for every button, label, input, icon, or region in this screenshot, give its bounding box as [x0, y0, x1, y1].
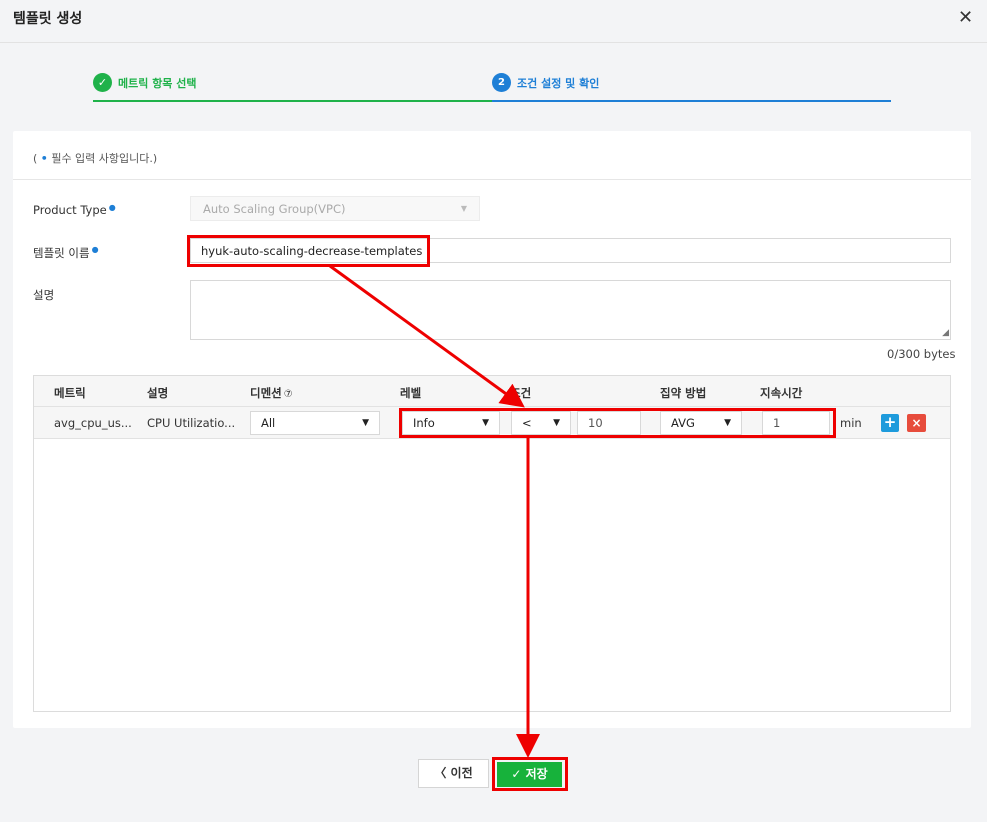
cell-metric: avg_cpu_us... — [54, 416, 132, 430]
caret-down-icon: ▼ — [553, 418, 560, 428]
aggregation-value: AVG — [671, 416, 695, 430]
table-row: avg_cpu_us... CPU Utilizatio... All ▼ Inf… — [34, 407, 950, 439]
header-aggregation: 집약 방법 — [660, 386, 707, 400]
duration-input[interactable]: 1 — [762, 411, 830, 435]
header-dimension-text: 디멘션 — [250, 386, 282, 400]
byte-counter: 0/300 bytes — [887, 347, 956, 361]
level-select[interactable]: Info ▼ — [402, 411, 500, 435]
product-type-label: Product Type ● — [33, 203, 116, 217]
duration-unit: min — [840, 416, 862, 430]
caret-down-icon: ▼ — [362, 418, 369, 428]
help-icon[interactable]: ⑦ — [284, 389, 293, 400]
check-icon: ✓ — [511, 767, 526, 781]
dimension-select[interactable]: All ▼ — [250, 411, 380, 435]
description-textarea[interactable]: ◢ — [190, 280, 951, 340]
product-type-select: Auto Scaling Group(VPC) ▼ — [190, 196, 480, 221]
prev-button[interactable]: 〈 이전 — [418, 759, 489, 788]
form-panel: ( • 필수 입력 사항입니다.) Product Type ● Auto Sca… — [13, 131, 971, 728]
metric-condition-table: 메트릭 설명 디멘션 ⑦ 레벨 조건 집약 방법 지속시간 avg_cpu_us.… — [33, 375, 951, 712]
required-note-prefix: ( — [33, 152, 41, 165]
chevron-down-icon: ▼ — [460, 204, 467, 213]
dialog-header: 템플릿 생성 ✕ — [0, 0, 987, 43]
template-name-input[interactable]: hyuk-auto-scaling-decrease-templates — [190, 238, 951, 263]
prev-label: 이전 — [450, 766, 473, 780]
caret-down-icon: ▼ — [724, 418, 731, 428]
step-metric-selection[interactable]: ✓ 메트릭 항목 선택 — [93, 72, 492, 102]
add-row-button[interactable]: + — [881, 414, 899, 432]
header-level: 레벨 — [400, 386, 422, 400]
resize-handle-icon[interactable]: ◢ — [942, 328, 949, 338]
save-button[interactable]: ✓ 저장 — [497, 762, 562, 787]
dialog-title: 템플릿 생성 — [13, 11, 83, 27]
aggregation-select[interactable]: AVG ▼ — [660, 411, 742, 435]
required-dot: • — [40, 152, 48, 165]
template-name-label: 템플릿 이름 ● — [33, 245, 99, 261]
table-header: 메트릭 설명 디멘션 ⑦ 레벨 조건 집약 방법 지속시간 — [34, 376, 950, 407]
threshold-input[interactable]: 10 — [577, 411, 641, 435]
stepper: ✓ 메트릭 항목 선택 2 조건 설정 및 확인 — [93, 72, 891, 102]
header-description: 설명 — [147, 386, 169, 400]
operator-select[interactable]: < ▼ — [511, 411, 571, 435]
header-condition: 조건 — [510, 386, 532, 400]
step-complete-check-icon: ✓ — [93, 73, 112, 92]
header-dimension: 디멘션 ⑦ — [250, 385, 293, 401]
step-number: 2 — [492, 73, 511, 92]
product-type-value: Auto Scaling Group(VPC) — [203, 202, 346, 216]
dimension-value: All — [261, 416, 276, 430]
step-label: 메트릭 항목 선택 — [118, 77, 197, 90]
required-marker: ● — [91, 245, 99, 254]
template-name-label-text: 템플릿 이름 — [33, 246, 90, 260]
operator-value: < — [522, 416, 532, 430]
divider — [13, 179, 971, 180]
cell-description: CPU Utilizatio... — [147, 416, 236, 430]
header-duration: 지속시간 — [760, 386, 803, 400]
chevron-left-icon: 〈 — [434, 766, 451, 780]
remove-row-button[interactable]: × — [907, 414, 926, 432]
required-marker: ● — [108, 203, 116, 212]
step-condition-settings[interactable]: 2 조건 설정 및 확인 — [492, 72, 891, 102]
close-icon[interactable]: ✕ — [958, 9, 973, 27]
step-label: 조건 설정 및 확인 — [517, 77, 600, 90]
required-note-text: 필수 입력 사항입니다.) — [47, 152, 158, 165]
description-label: 설명 — [33, 288, 55, 302]
caret-down-icon: ▼ — [482, 418, 489, 428]
product-type-label-text: Product Type — [33, 203, 107, 217]
required-note: ( • 필수 입력 사항입니다.) — [33, 150, 157, 166]
save-label: 저장 — [525, 767, 548, 781]
level-value: Info — [413, 416, 435, 430]
header-metric: 메트릭 — [54, 386, 86, 400]
